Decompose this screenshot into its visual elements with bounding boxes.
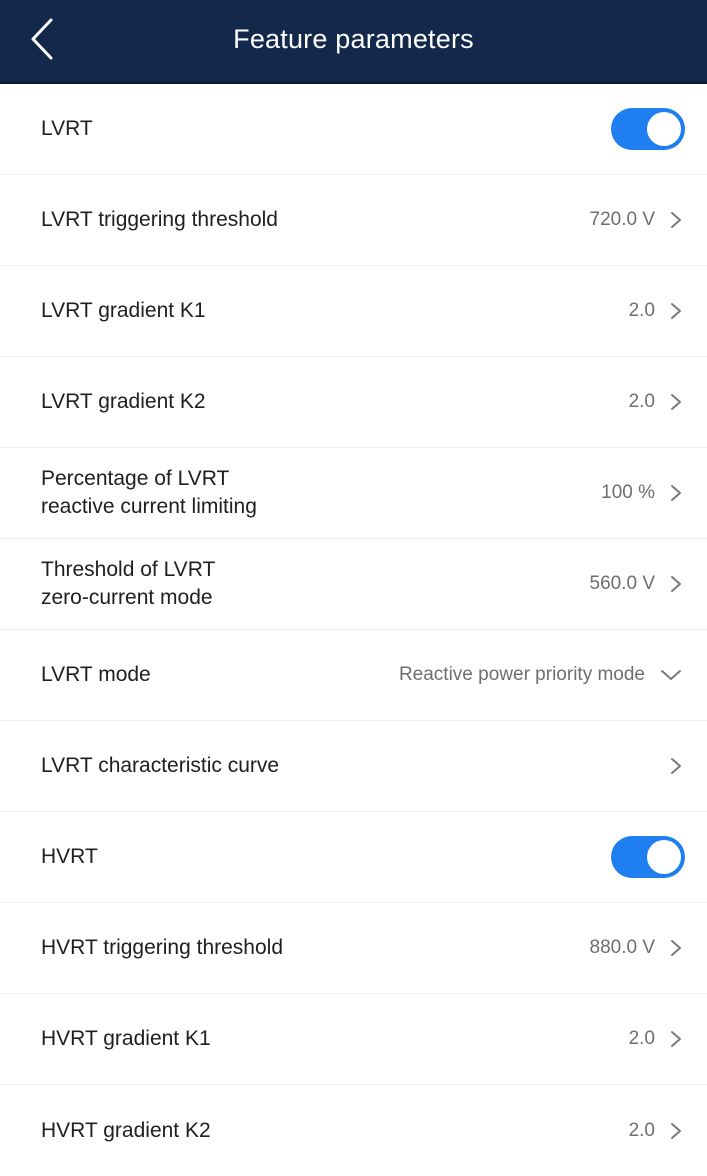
chevron-right-icon — [669, 1121, 683, 1141]
row-value: 2.0 — [628, 1028, 655, 1049]
chevron-right-icon — [669, 938, 683, 958]
row-hvrt-gradient-k2[interactable]: HVRT gradient K2 2.0 — [0, 1085, 707, 1176]
row-label: LVRT mode — [41, 663, 151, 686]
toggle-knob — [647, 112, 681, 146]
row-value: 100 % — [601, 482, 655, 503]
chevron-right-icon — [669, 301, 683, 321]
row-lvrt-triggering-threshold[interactable]: LVRT triggering threshold 720.0 V — [0, 175, 707, 266]
settings-list: LVRT LVRT triggering threshold 720.0 V L… — [0, 84, 707, 1176]
row-lvrt-reactive-current-limit[interactable]: Percentage of LVRT reactive current limi… — [0, 448, 707, 539]
page-title: Feature parameters — [233, 24, 474, 54]
row-label: HVRT — [41, 845, 98, 868]
chevron-right-icon — [669, 483, 683, 503]
row-label: HVRT gradient K1 — [41, 1027, 211, 1050]
chevron-right-icon — [669, 574, 683, 594]
row-label: Threshold of LVRT zero-current mode — [41, 558, 216, 609]
lvrt-toggle[interactable] — [611, 108, 685, 150]
row-value: 2.0 — [628, 1119, 655, 1141]
row-value: 2.0 — [628, 300, 655, 321]
row-label: HVRT gradient K2 — [41, 1118, 211, 1142]
row-value: 720.0 V — [589, 209, 656, 230]
row-lvrt-characteristic-curve[interactable]: LVRT characteristic curve — [0, 721, 707, 812]
hvrt-toggle[interactable] — [611, 836, 685, 878]
row-label: LVRT triggering threshold — [41, 208, 278, 231]
row-label: Percentage of LVRT reactive current limi… — [41, 467, 257, 518]
row-label: HVRT triggering threshold — [41, 936, 284, 959]
chevron-right-icon — [669, 1029, 683, 1049]
row-hvrt-gradient-k1[interactable]: HVRT gradient K1 2.0 — [0, 994, 707, 1085]
row-label: LVRT gradient K2 — [41, 390, 206, 413]
row-lvrt: LVRT — [0, 84, 707, 175]
row-lvrt-zero-current-threshold[interactable]: Threshold of LVRT zero-current mode 560.… — [0, 539, 707, 630]
chevron-right-icon — [669, 756, 683, 776]
row-hvrt: HVRT — [0, 812, 707, 903]
row-label: LVRT gradient K1 — [41, 299, 206, 322]
row-value: 2.0 — [628, 391, 655, 412]
row-lvrt-mode[interactable]: LVRT mode Reactive power priority mode — [0, 630, 707, 721]
toggle-knob — [647, 840, 681, 874]
chevron-right-icon — [669, 392, 683, 412]
lvrt-mode-select[interactable]: Reactive power priority mode — [399, 662, 645, 688]
row-value: 560.0 V — [589, 573, 656, 594]
row-lvrt-gradient-k1[interactable]: LVRT gradient K1 2.0 — [0, 266, 707, 357]
chevron-right-icon — [669, 210, 683, 230]
row-lvrt-gradient-k2[interactable]: LVRT gradient K2 2.0 — [0, 357, 707, 448]
row-label: LVRT — [41, 117, 93, 140]
row-hvrt-triggering-threshold[interactable]: HVRT triggering threshold 880.0 V — [0, 903, 707, 994]
row-value: 880.0 V — [589, 937, 656, 958]
chevron-down-icon — [659, 665, 683, 685]
top-bar: Feature parameters — [0, 0, 707, 84]
row-label: LVRT characteristic curve — [41, 754, 280, 777]
